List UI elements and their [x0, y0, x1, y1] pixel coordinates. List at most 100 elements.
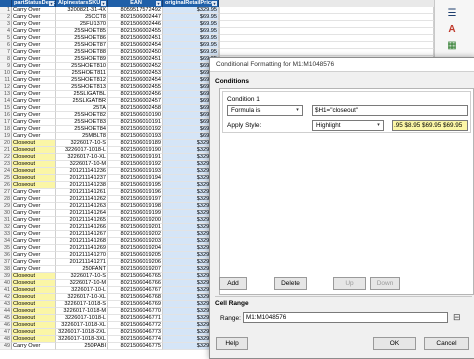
- cell-ean[interactable]: 8021506002455: [108, 28, 163, 35]
- cell-part-status[interactable]: Closeout: [12, 280, 56, 287]
- cell-ean[interactable]: 8021506002454: [108, 77, 163, 84]
- cell-part-status[interactable]: Closeout: [12, 182, 56, 189]
- row-number[interactable]: 29: [0, 203, 12, 210]
- cell-sku[interactable]: 3226017-1018-L: [56, 147, 108, 154]
- cell-part-status[interactable]: Closeout: [12, 273, 56, 280]
- down-button[interactable]: Down: [370, 277, 400, 290]
- cell-part-status[interactable]: Carry Over: [12, 77, 56, 84]
- cell-retail-price[interactable]: $69.95: [163, 14, 219, 21]
- cell-sku[interactable]: 25SHOET88: [56, 49, 108, 56]
- cell-part-status[interactable]: Carry Over: [12, 7, 56, 14]
- filter-dropdown-icon[interactable]: ▾: [156, 1, 161, 6]
- cell-part-status[interactable]: Closeout: [12, 301, 56, 308]
- row-number[interactable]: 48: [0, 336, 12, 343]
- cell-sku[interactable]: 25FU1370: [56, 21, 108, 28]
- header-part-status[interactable]: partStatusDescr ▾: [12, 0, 56, 7]
- cell-sku[interactable]: 25SHOET87: [56, 42, 108, 49]
- cell-ean[interactable]: 8021506010192: [108, 126, 163, 133]
- cell-sku[interactable]: 201211141265: [56, 217, 108, 224]
- cell-sku[interactable]: 201211141262: [56, 196, 108, 203]
- cell-sku[interactable]: 25SHOET82: [56, 112, 108, 119]
- cell-part-status[interactable]: Closeout: [12, 140, 56, 147]
- row-number[interactable]: 10: [0, 70, 12, 77]
- cell-part-status[interactable]: Carry Over: [12, 238, 56, 245]
- range-input[interactable]: M1:M1048576: [243, 312, 448, 323]
- cell-part-status[interactable]: Carry Over: [12, 266, 56, 273]
- row-number[interactable]: 43: [0, 301, 12, 308]
- cell-ean[interactable]: 8021506010191: [108, 119, 163, 126]
- cell-ean[interactable]: 8021506019203: [108, 238, 163, 245]
- row-number[interactable]: 33: [0, 231, 12, 238]
- row-number[interactable]: 46: [0, 322, 12, 329]
- cell-sku[interactable]: 201211141269: [56, 245, 108, 252]
- cell-sku[interactable]: 25TA: [56, 105, 108, 112]
- cell-retail-price[interactable]: $69.95: [163, 49, 219, 56]
- cell-part-status[interactable]: Closeout: [12, 308, 56, 315]
- cell-sku[interactable]: 25SLIGATBR: [56, 98, 108, 105]
- cell-sku[interactable]: 201211141261: [56, 189, 108, 196]
- cell-ean[interactable]: 8021506002450: [108, 49, 163, 56]
- cell-retail-price[interactable]: $69.95: [163, 35, 219, 42]
- cell-ean[interactable]: 8021506019206: [108, 259, 163, 266]
- cell-part-status[interactable]: Carry Over: [12, 252, 56, 259]
- up-button[interactable]: Up: [333, 277, 366, 290]
- cell-part-status[interactable]: Closeout: [12, 168, 56, 175]
- row-number[interactable]: 49: [0, 343, 12, 350]
- row-number[interactable]: 6: [0, 42, 12, 49]
- row-number[interactable]: 45: [0, 315, 12, 322]
- cell-ean[interactable]: 8021506002458: [108, 105, 163, 112]
- cell-empty[interactable]: [219, 7, 434, 14]
- row-number[interactable]: 47: [0, 329, 12, 336]
- cell-ean[interactable]: 8021506019202: [108, 231, 163, 238]
- cell-ean[interactable]: 8021506046774: [108, 336, 163, 343]
- cell-ean[interactable]: 8021506019189: [108, 140, 163, 147]
- cell-part-status[interactable]: Carry Over: [12, 196, 56, 203]
- cell-part-status[interactable]: Carry Over: [12, 217, 56, 224]
- cell-sku[interactable]: 3226017-1018-S: [56, 301, 108, 308]
- cell-part-status[interactable]: Carry Over: [12, 56, 56, 63]
- cell-ean[interactable]: 8021506010193: [108, 133, 163, 140]
- cell-ean[interactable]: 8021506046773: [108, 329, 163, 336]
- cell-sku[interactable]: 25SHOET86: [56, 35, 108, 42]
- cell-ean[interactable]: 8059517572492: [108, 7, 163, 14]
- cell-ean[interactable]: 8021506019198: [108, 203, 163, 210]
- cell-ean[interactable]: 8021506019193: [108, 168, 163, 175]
- filter-dropdown-icon[interactable]: ▾: [49, 1, 54, 6]
- cell-sku[interactable]: 201211141270: [56, 252, 108, 259]
- cell-sku[interactable]: 3226017-10-XL: [56, 154, 108, 161]
- cell-part-status[interactable]: Carry Over: [12, 119, 56, 126]
- cell-sku[interactable]: 201211141267: [56, 231, 108, 238]
- cell-sku[interactable]: 3226017-1018-L: [56, 315, 108, 322]
- cell-part-status[interactable]: Carry Over: [12, 35, 56, 42]
- cell-sku[interactable]: 25SHOET83: [56, 119, 108, 126]
- cell-ean[interactable]: 8021506046767: [108, 287, 163, 294]
- row-number[interactable]: 24: [0, 168, 12, 175]
- row-number[interactable]: 14: [0, 98, 12, 105]
- cell-ean[interactable]: 8021506002455: [108, 84, 163, 91]
- cell-ean[interactable]: 8021506002447: [108, 14, 163, 21]
- cell-ean[interactable]: 8021506046765: [108, 273, 163, 280]
- row-number[interactable]: 27: [0, 189, 12, 196]
- row-number[interactable]: 38: [0, 266, 12, 273]
- row-number[interactable]: 30: [0, 210, 12, 217]
- cell-part-status[interactable]: Closeout: [12, 147, 56, 154]
- cell-ean[interactable]: 8021506002456: [108, 91, 163, 98]
- cell-part-status[interactable]: Carry Over: [12, 63, 56, 70]
- help-button[interactable]: Help: [216, 337, 248, 350]
- cell-ean[interactable]: 8021506019207: [108, 266, 163, 273]
- condition-entry[interactable]: Condition 1 Formula is ▾ $H1="closeout" A…: [222, 91, 471, 133]
- cell-ean[interactable]: 8021506019190: [108, 147, 163, 154]
- cell-part-status[interactable]: Carry Over: [12, 91, 56, 98]
- cell-part-status[interactable]: Carry Over: [12, 14, 56, 21]
- row-number[interactable]: 44: [0, 308, 12, 315]
- cell-sku[interactable]: 201211141263: [56, 203, 108, 210]
- cell-empty[interactable]: [219, 42, 434, 49]
- cell-part-status[interactable]: Carry Over: [12, 98, 56, 105]
- header-ean[interactable]: EAN ▾: [108, 0, 163, 7]
- cell-sku[interactable]: 201211141268: [56, 238, 108, 245]
- delete-button[interactable]: Delete: [274, 277, 307, 290]
- cell-sku[interactable]: 3226017-1018-M: [56, 308, 108, 315]
- row-number[interactable]: 4: [0, 28, 12, 35]
- cell-sku[interactable]: 3226017-10-S: [56, 140, 108, 147]
- row-number[interactable]: 5: [0, 35, 12, 42]
